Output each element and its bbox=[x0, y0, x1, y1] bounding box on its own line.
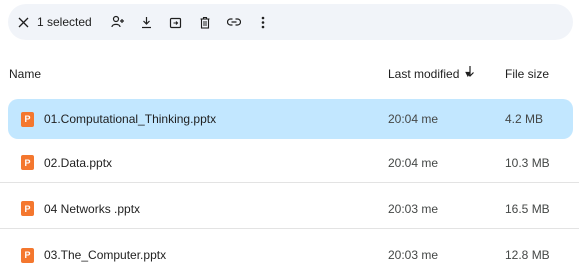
pptx-file-icon: P bbox=[21, 155, 34, 170]
more-options-icon[interactable] bbox=[252, 11, 274, 33]
file-size: 12.8 MB bbox=[505, 248, 550, 262]
download-icon[interactable] bbox=[136, 11, 158, 33]
pptx-file-icon: P bbox=[21, 111, 34, 127]
file-size: 4.2 MB bbox=[505, 112, 544, 126]
column-last-modified[interactable]: Last modified ▼ bbox=[388, 67, 472, 81]
file-modified: 20:03 me bbox=[388, 248, 439, 262]
file-name: 04 Networks .pptx bbox=[44, 201, 141, 216]
selection-toolbar: 1 selected bbox=[8, 4, 573, 40]
column-file-size[interactable]: File size bbox=[505, 67, 549, 81]
move-to-folder-icon[interactable] bbox=[165, 11, 187, 33]
file-size: 16.5 MB bbox=[505, 201, 550, 216]
selected-count: 1 selected bbox=[37, 15, 92, 29]
file-modified: 20:03 me bbox=[388, 201, 439, 216]
column-name[interactable]: Name bbox=[9, 67, 41, 81]
file-size: 10.3 MB bbox=[505, 155, 550, 170]
file-name: 02.Data.pptx bbox=[44, 155, 113, 170]
close-icon[interactable] bbox=[12, 11, 34, 33]
file-row[interactable]: P 01.Computational_Thinking.pptx 20:04 m… bbox=[8, 99, 573, 139]
trash-icon[interactable] bbox=[194, 11, 216, 33]
file-name: 03.The_Computer.pptx bbox=[44, 248, 167, 262]
pptx-file-icon: P bbox=[21, 247, 34, 263]
file-list-header: Name Last modified ▼ File size bbox=[0, 56, 579, 90]
file-row[interactable]: P 03.The_Computer.pptx 20:03 me 12.8 MB bbox=[0, 235, 579, 275]
pptx-file-icon: P bbox=[21, 201, 34, 216]
sort-arrow-down-icon[interactable] bbox=[465, 65, 475, 78]
file-name: 01.Computational_Thinking.pptx bbox=[44, 112, 217, 126]
file-modified: 20:04 me bbox=[388, 155, 439, 170]
file-row[interactable]: P 04 Networks .pptx 20:03 me 16.5 MB bbox=[0, 189, 579, 229]
share-icon[interactable] bbox=[107, 11, 129, 33]
file-modified: 20:04 me bbox=[388, 112, 439, 126]
file-row[interactable]: P 02.Data.pptx 20:04 me 10.3 MB bbox=[0, 143, 579, 183]
column-last-modified-label: Last modified bbox=[388, 67, 460, 81]
link-icon[interactable] bbox=[223, 11, 245, 33]
